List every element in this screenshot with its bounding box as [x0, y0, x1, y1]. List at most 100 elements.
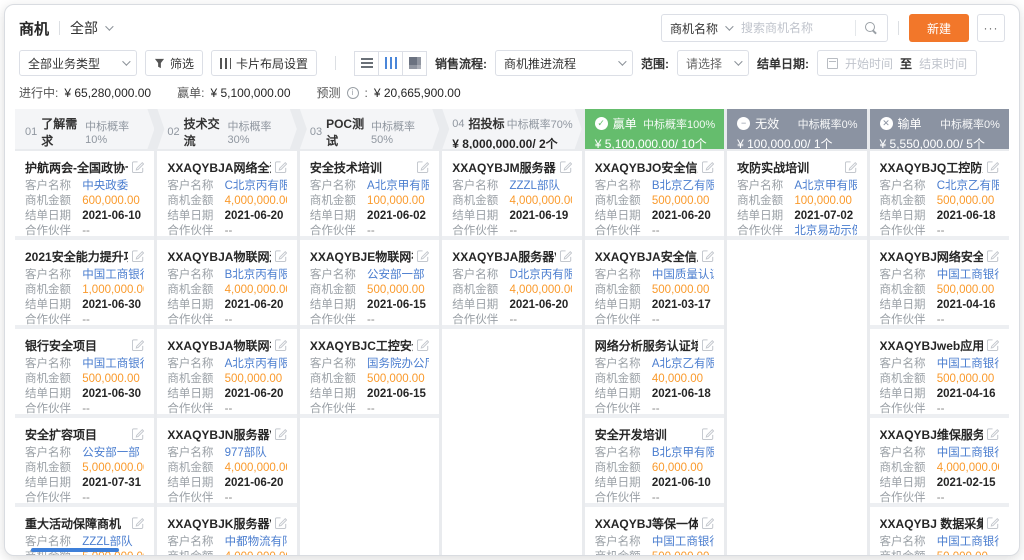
edit-icon[interactable] — [702, 250, 714, 262]
card-customer-value[interactable]: D北京丙有限公司 — [509, 269, 571, 281]
edit-icon[interactable] — [987, 250, 999, 262]
card-customer-value[interactable]: 中央政委 — [82, 180, 128, 192]
card-customer-value[interactable]: 中国工商银行股份有... — [937, 358, 999, 370]
opportunity-card[interactable]: XXAQYBJA物联网视频上云... 客户名称 A北京丙有限公司 商机金额 50… — [157, 329, 296, 418]
kanban-view-toggle[interactable] — [378, 51, 403, 76]
opportunity-card[interactable]: XXAQYBJA网络全流量安全... 客户名称 C北京丙有限公司 商机金额 4,… — [157, 151, 296, 240]
card-customer-value[interactable]: 国务院办公厅机关服... — [367, 358, 429, 370]
edit-icon[interactable] — [417, 339, 429, 351]
card-customer-value[interactable]: ZZZL部队 — [509, 180, 559, 192]
opportunity-card[interactable]: XXAQYBJO安全信息隔离与... 客户名称 B北京乙有限公司 商机金额 50… — [585, 151, 724, 240]
opportunity-card[interactable]: XXAQYBJA物联网边缘AI智... 客户名称 B北京丙有限公司 商机金额 4… — [157, 240, 296, 329]
kanban-column-header[interactable]: 03 POC测试 中标概率50% ¥ 1,100,000.00/ 3个 — [300, 109, 439, 149]
opportunity-card[interactable]: XXAQYBJ网络安全态势感知... 客户名称 中国工商银行股份有... 商机金… — [870, 240, 1009, 329]
kanban-column-header[interactable]: − 无效 中标概率0% ¥ 100,000.00/ 1个 — [727, 109, 866, 149]
card-customer-value[interactable]: 中国工商银行股份有... — [82, 358, 144, 370]
card-customer-value[interactable]: B北京甲有限公司 — [652, 447, 714, 459]
card-customer-value[interactable]: ZZZL部队 — [82, 536, 132, 548]
opportunity-card[interactable]: 安全扩容项目 客户名称 公安部一部 商机金额 5,000,000.00 结单日期… — [15, 418, 154, 507]
card-customer-value[interactable]: 977部队 — [225, 447, 267, 459]
info-icon[interactable]: i — [347, 87, 359, 99]
card-customer-value[interactable]: A北京甲有限公司 — [367, 180, 429, 192]
edit-icon[interactable] — [987, 161, 999, 173]
kanban-column-header[interactable]: ✕ 输单 中标概率0% ¥ 5,550,000.00/ 5个 — [870, 109, 1009, 149]
opportunity-card[interactable]: XXAQYBJ等保一体机XCC项目 客户名称 中国工商银行股份有... 商机金额… — [585, 507, 724, 555]
card-customer-value[interactable]: 中国工商银行股份有... — [937, 269, 999, 281]
card-customer-value[interactable]: 中国工商银行股份有... — [652, 536, 714, 548]
edit-icon[interactable] — [560, 161, 572, 173]
edit-icon[interactable] — [417, 161, 429, 173]
new-button[interactable]: 新建 — [909, 14, 969, 42]
edit-icon[interactable] — [275, 428, 287, 440]
opportunity-card[interactable]: 安全技术培训 客户名称 A北京甲有限公司 商机金额 100,000.00 结单日… — [300, 151, 439, 240]
horizontal-scrollbar-thumb[interactable] — [31, 548, 119, 552]
opportunity-card[interactable]: XXAQYBJE物联网视频上云... 客户名称 公安部一部 商机金额 500,0… — [300, 240, 439, 329]
kanban-column-header[interactable]: 01 了解需求 中标概率10% ¥ 30,640,000.00/ 22个 — [15, 109, 154, 149]
opportunity-card[interactable]: XXAQYBJQ工控防火墙系统... 客户名称 C北京乙有限公司 商机金额 50… — [870, 151, 1009, 240]
list-view-toggle[interactable] — [354, 51, 379, 76]
edit-icon[interactable] — [417, 250, 429, 262]
card-customer-value[interactable]: C北京丙有限公司 — [225, 180, 287, 192]
business-type-select[interactable]: 全部业务类型 — [19, 50, 137, 76]
more-icon[interactable]: ··· — [977, 14, 1005, 42]
opportunity-card[interactable]: XXAQYBJ 数据采集、存储... 客户名称 中国工商银行股份有... 商机金… — [870, 507, 1009, 555]
edit-icon[interactable] — [987, 428, 999, 440]
edit-icon[interactable] — [275, 339, 287, 351]
edit-icon[interactable] — [987, 517, 999, 529]
compact-view-toggle[interactable] — [402, 51, 427, 76]
edit-icon[interactable] — [987, 339, 999, 351]
opportunity-card[interactable]: 网络分析服务认证培训 客户名称 A北京乙有限公司 商机金额 40,000.00 … — [585, 329, 724, 418]
edit-icon[interactable] — [132, 250, 144, 262]
opportunity-card[interactable]: XXAQYBJN服务器V00XCD... 客户名称 977部队 商机金额 4,0… — [157, 418, 296, 507]
search-input[interactable] — [741, 21, 853, 35]
opportunity-card[interactable]: 银行安全项目 客户名称 中国工商银行股份有... 商机金额 500,000.00… — [15, 329, 154, 418]
card-customer-value[interactable]: 中国工商银行股份有... — [82, 269, 144, 281]
kanban-column-header[interactable]: 02 技术交流 中标概率30% ¥ 25,540,000.00/ 10个 — [157, 109, 296, 149]
opportunity-card[interactable]: 安全开发培训 客户名称 B北京甲有限公司 商机金额 60,000.00 结单日期… — [585, 418, 724, 507]
card-customer-value[interactable]: B北京乙有限公司 — [652, 180, 714, 192]
edit-icon[interactable] — [702, 339, 714, 351]
card-customer-value[interactable]: 中都物流有限公司 — [225, 536, 287, 548]
filter-button[interactable]: 筛选 — [145, 50, 203, 76]
card-customer-value[interactable]: C北京乙有限公司 — [937, 180, 999, 192]
card-customer-value[interactable]: B北京丙有限公司 — [225, 269, 287, 281]
card-customer-value[interactable]: 公安部一部 — [367, 269, 425, 281]
card-customer-value[interactable]: 公安部一部 — [82, 447, 140, 459]
opportunity-card[interactable]: 攻防实战培训 客户名称 A北京甲有限公司 商机金额 100,000.00 结单日… — [727, 151, 866, 240]
search-icon[interactable] — [864, 21, 879, 36]
edit-icon[interactable] — [702, 161, 714, 173]
kanban-column-header[interactable]: 04 招投标 中标概率70% ¥ 8,000,000.00/ 2个 — [442, 109, 581, 149]
opportunity-card[interactable]: XXAQYBJ维保服务XCC项目 客户名称 中国工商银行股份有... 商机金额 … — [870, 418, 1009, 507]
opportunity-card[interactable]: XXAQYBJC工控安全检查工... 客户名称 国务院办公厅机关服... 商机金… — [300, 329, 439, 418]
edit-icon[interactable] — [132, 428, 144, 440]
edit-icon[interactable] — [132, 161, 144, 173]
edit-icon[interactable] — [275, 161, 287, 173]
opportunity-card[interactable]: XXAQYBJK服务器V00XCD... 客户名称 中都物流有限公司 商机金额 … — [157, 507, 296, 555]
opportunity-card[interactable]: XXAQYBJA安全信息隔离与... 客户名称 中国质量认证中心 商机金额 50… — [585, 240, 724, 329]
close-date-range-picker[interactable]: 开始时间 至 结束时间 — [817, 50, 977, 76]
edit-icon[interactable] — [845, 161, 857, 173]
opportunity-card[interactable]: 2021安全能力提升项目 客户名称 中国工商银行股份有... 商机金额 1,00… — [15, 240, 154, 329]
edit-icon[interactable] — [275, 250, 287, 262]
edit-icon[interactable] — [132, 517, 144, 529]
card-customer-value[interactable]: 中国质量认证中心 — [652, 269, 714, 281]
sales-process-select[interactable]: 商机推进流程 — [495, 50, 633, 76]
view-filter-dropdown[interactable]: 全部 — [70, 18, 111, 38]
opportunity-card[interactable]: 护航两会-全国政协十三届... 客户名称 中央政委 商机金额 600,000.0… — [15, 151, 154, 240]
edit-icon[interactable] — [132, 339, 144, 351]
card-customer-value[interactable]: 中国工商银行股份有... — [937, 447, 999, 459]
kanban-column-header[interactable]: ✓ 赢单 中标概率100% ¥ 5,100,000.00/ 10个 — [585, 109, 724, 149]
card-customer-value[interactable]: A北京甲有限公司 — [794, 180, 856, 192]
search-field-selector[interactable]: 商机名称 — [670, 20, 741, 37]
edit-icon[interactable] — [275, 517, 287, 529]
edit-icon[interactable] — [702, 517, 714, 529]
opportunity-card[interactable]: XXAQYBJA服务器V00XCC... 客户名称 D北京丙有限公司 商机金额 … — [442, 240, 581, 329]
scope-select[interactable]: 请选择 — [677, 50, 749, 76]
edit-icon[interactable] — [560, 250, 572, 262]
card-layout-settings-button[interactable]: 卡片布局设置 — [211, 50, 317, 76]
card-customer-value[interactable]: A北京乙有限公司 — [652, 358, 714, 370]
opportunity-card[interactable]: XXAQYBJweb应用防护墙XC... 客户名称 中国工商银行股份有... 商… — [870, 329, 1009, 418]
card-customer-value[interactable]: A北京丙有限公司 — [225, 358, 287, 370]
edit-icon[interactable] — [702, 428, 714, 440]
card-customer-value[interactable]: 中国工商银行股份有... — [937, 536, 999, 548]
